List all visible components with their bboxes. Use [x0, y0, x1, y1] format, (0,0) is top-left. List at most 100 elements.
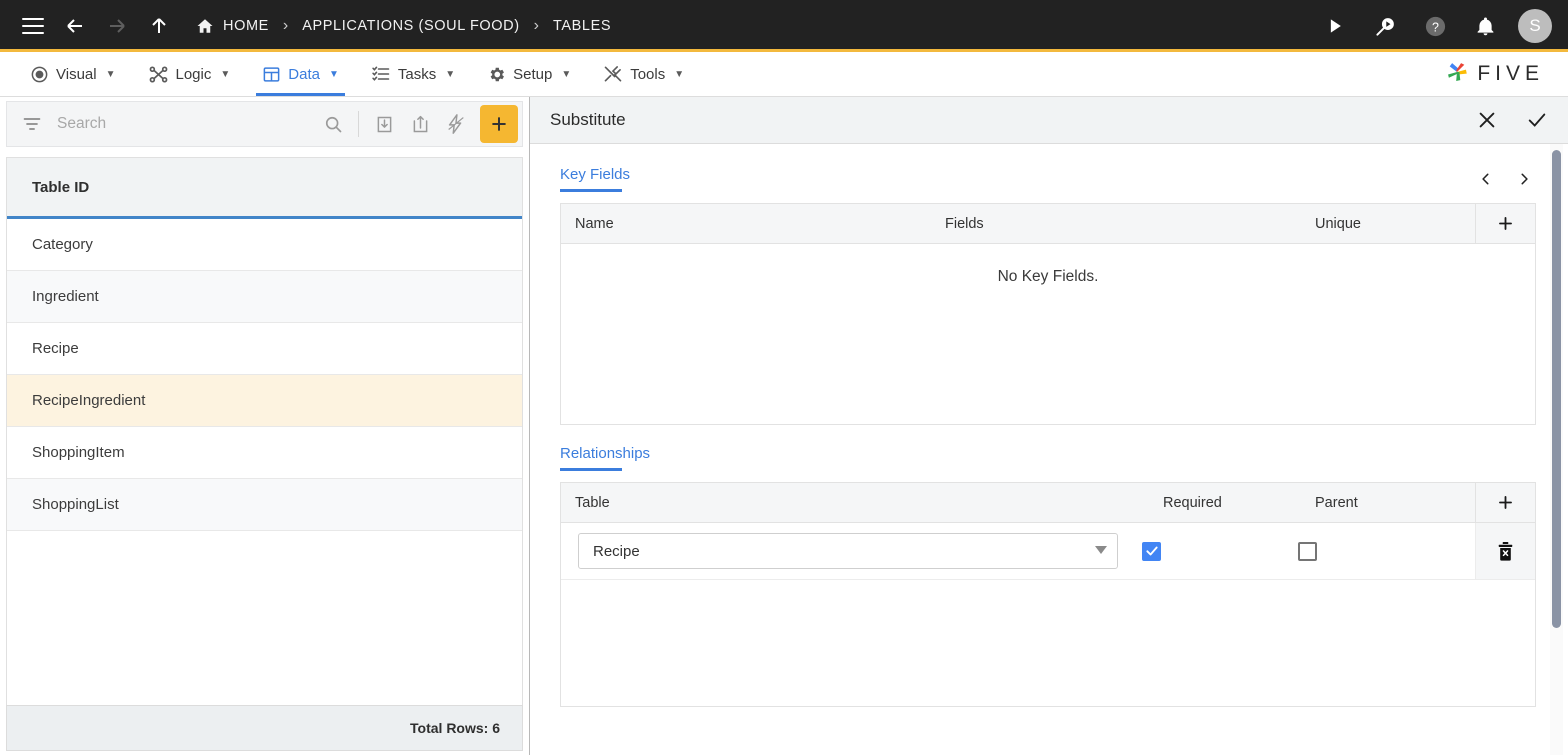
key-fields-tab-row: Key Fields [560, 144, 1536, 192]
list-item[interactable]: Ingredient [7, 271, 522, 323]
tools-icon [603, 64, 623, 84]
column-header-table-id[interactable]: Table ID [7, 158, 522, 219]
search-input[interactable] [51, 115, 313, 133]
chevron-down-icon: ▼ [445, 68, 456, 80]
key-fields-empty-message: No Key Fields. [997, 268, 1099, 285]
detail-panel: Substitute Key Fields Name Fields Unique… [530, 97, 1568, 755]
menu-item-data[interactable]: Data ▼ [246, 52, 355, 96]
notifications-bell-icon[interactable] [1468, 9, 1502, 43]
page-title: Substitute [550, 110, 626, 129]
list-item[interactable]: Recipe [7, 323, 522, 375]
top-navigation-bar: HOME › APPLICATIONS (SOUL FOOD) › TABLES [0, 0, 1568, 52]
filter-icon[interactable] [17, 114, 47, 134]
relationships-empty-space [561, 580, 1535, 706]
detail-panel-actions [1474, 107, 1550, 133]
column-header-fields[interactable]: Fields [931, 216, 1301, 232]
list-item-label: ShoppingItem [32, 444, 125, 461]
list-item[interactable]: ShoppingItem [7, 427, 522, 479]
hamburger-icon[interactable] [16, 9, 50, 43]
relationships-rows: Recipe [561, 523, 1535, 706]
menu-label-tools: Tools [630, 65, 666, 83]
column-header-required[interactable]: Required [1149, 495, 1301, 511]
chevron-down-icon [1095, 545, 1107, 557]
scrollbar-thumb[interactable] [1552, 150, 1561, 628]
svg-text:?: ? [1432, 20, 1439, 34]
toolbar-divider [358, 111, 359, 137]
section-pager [1474, 167, 1536, 191]
menu-item-logic[interactable]: Logic ▼ [132, 52, 247, 96]
debug-search-icon[interactable] [1368, 9, 1402, 43]
menu-item-tasks[interactable]: Tasks ▼ [355, 52, 471, 96]
chevron-right-icon[interactable] [1512, 167, 1536, 191]
relationships-header-row: Table Required Parent [561, 483, 1535, 523]
list-item-label: ShoppingList [32, 496, 119, 513]
column-header-unique[interactable]: Unique [1301, 216, 1441, 232]
delete-relationship-button[interactable] [1475, 523, 1535, 579]
tables-list: Table ID Category Ingredient Recipe Reci… [6, 157, 523, 705]
relationships-grid: Table Required Parent Recipe [560, 482, 1536, 707]
arrow-right-icon[interactable] [100, 9, 134, 43]
lightning-icon[interactable] [440, 108, 472, 140]
breadcrumb-applications-label: APPLICATIONS (SOUL FOOD) [302, 18, 520, 34]
add-relationship-button[interactable] [1475, 483, 1535, 522]
close-icon[interactable] [1474, 107, 1500, 133]
menu-item-setup[interactable]: Setup ▼ [471, 52, 587, 96]
menu-label-setup: Setup [513, 65, 553, 83]
chevron-down-icon: ▼ [674, 68, 685, 80]
brand-label: FIVE [1477, 62, 1544, 85]
export-icon[interactable] [404, 108, 436, 140]
workspace: Table ID Category Ingredient Recipe Reci… [0, 97, 1568, 755]
chevron-down-icon: ▼ [105, 68, 116, 80]
detail-panel-header: Substitute [530, 97, 1568, 144]
relationship-table-select[interactable]: Recipe [578, 533, 1118, 569]
column-header-table[interactable]: Table [561, 495, 1149, 511]
avatar[interactable]: S [1518, 9, 1552, 43]
gear-icon [487, 65, 506, 84]
top-bar-actions: ? S [1318, 9, 1552, 43]
menu-label-logic: Logic [175, 65, 212, 83]
tab-key-fields[interactable]: Key Fields [560, 166, 630, 192]
chevron-down-icon: ▼ [328, 68, 339, 80]
add-key-field-button[interactable] [1475, 204, 1535, 243]
search-icon[interactable] [317, 108, 349, 140]
tables-list-rows: Category Ingredient Recipe RecipeIngredi… [7, 219, 522, 705]
brand-logo: FIVE [1444, 52, 1560, 96]
tables-sidebar: Table ID Category Ingredient Recipe Reci… [0, 97, 530, 755]
list-item-label: Ingredient [32, 288, 99, 305]
tab-relationships[interactable]: Relationships [560, 445, 650, 471]
breadcrumb-home-label: HOME [223, 18, 269, 34]
breadcrumb-tables[interactable]: TABLES [553, 18, 611, 34]
chevron-down-icon: ▼ [561, 68, 572, 80]
menu-item-tools[interactable]: Tools ▼ [587, 52, 700, 96]
list-item-selected[interactable]: RecipeIngredient [7, 375, 522, 427]
breadcrumb-applications[interactable]: APPLICATIONS (SOUL FOOD) [302, 18, 519, 34]
breadcrumb-separator-2: › [533, 17, 539, 34]
list-item-label: Recipe [32, 340, 79, 357]
help-icon[interactable]: ? [1418, 9, 1452, 43]
arrow-left-icon[interactable] [58, 9, 92, 43]
list-item-label: Category [32, 236, 93, 253]
table-row: Recipe [561, 523, 1535, 580]
column-header-parent[interactable]: Parent [1301, 495, 1441, 511]
import-icon[interactable] [368, 108, 400, 140]
breadcrumb-tables-label: TABLES [553, 18, 612, 34]
parent-checkbox[interactable] [1298, 541, 1317, 561]
required-checkbox[interactable] [1142, 541, 1161, 561]
list-item[interactable]: ShoppingList [7, 479, 522, 531]
sidebar-toolbar [6, 101, 523, 147]
menu-item-visual[interactable]: Visual ▼ [14, 52, 132, 96]
detail-panel-content: Key Fields Name Fields Unique No Key Fie… [530, 144, 1568, 755]
breadcrumb-separator: › [282, 17, 289, 34]
column-header-name[interactable]: Name [561, 216, 931, 232]
check-icon[interactable] [1524, 107, 1550, 133]
arrow-up-icon[interactable] [142, 9, 176, 43]
list-item[interactable]: Category [7, 219, 522, 271]
run-icon[interactable] [1318, 9, 1352, 43]
chevron-down-icon: ▼ [220, 68, 231, 80]
home-icon [196, 17, 214, 35]
add-table-button[interactable] [480, 105, 518, 143]
breadcrumb-home[interactable]: HOME [196, 17, 269, 35]
checklist-icon [371, 64, 391, 84]
table-grid-icon [262, 65, 281, 84]
chevron-left-icon[interactable] [1474, 167, 1498, 191]
